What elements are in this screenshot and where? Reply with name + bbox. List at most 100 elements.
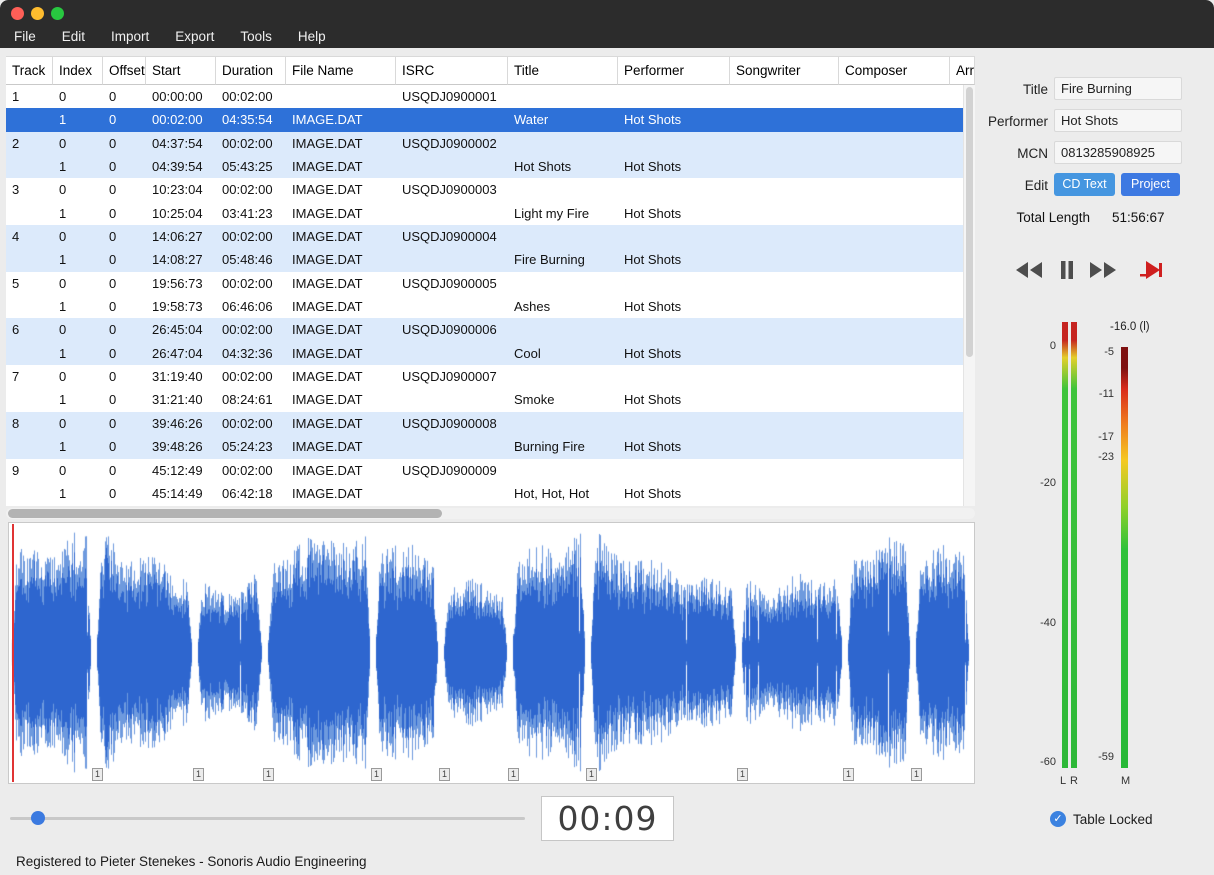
cell-track: 5 [6,272,53,295]
table-locked-checkbox[interactable]: ✓ Table Locked [1050,808,1153,830]
track-marker[interactable]: 1 [508,768,519,781]
table-row[interactable]: 1039:48:2605:24:23IMAGE.DATBurning FireH… [6,435,975,458]
column-header-songwriter[interactable]: Songwriter [730,56,839,85]
cell-composer [839,482,950,505]
cell-start: 00:00:00 [146,85,216,108]
track-marker[interactable]: 1 [737,768,748,781]
cell-index: 0 [53,412,103,435]
table-row[interactable]: 90045:12:4900:02:00IMAGE.DATUSQDJ0900009 [6,459,975,482]
cell-performer: Hot Shots [618,295,730,318]
meter-scale-m17: -17 [1082,431,1114,443]
column-header-start[interactable]: Start [146,56,216,85]
track-marker[interactable]: 1 [843,768,854,781]
cell-duration: 05:43:25 [216,155,286,178]
play-to-end-button[interactable] [1134,254,1168,286]
menu-edit[interactable]: Edit [62,29,85,44]
table-row[interactable]: 40014:06:2700:02:00IMAGE.DATUSQDJ0900004 [6,225,975,248]
cell-offset: 0 [103,85,146,108]
cell-title [508,132,618,155]
menu-tools[interactable]: Tools [240,29,272,44]
cell-title: Cool [508,342,618,365]
column-header-title[interactable]: Title [508,56,618,85]
table-row[interactable]: 1019:58:7306:46:06IMAGE.DATAshesHot Shot… [6,295,975,318]
cell-composer [839,459,950,482]
table-row[interactable]: 1014:08:2705:48:46IMAGE.DATFire BurningH… [6,248,975,271]
cell-songwriter [730,248,839,271]
playhead-cursor[interactable] [12,524,14,782]
minimize-button[interactable] [31,7,44,20]
cell-title: Burning Fire [508,435,618,458]
column-header-arranger[interactable]: Arr [950,56,975,85]
track-marker[interactable]: 1 [911,768,922,781]
table-row[interactable]: 1026:47:0404:32:36IMAGE.DATCoolHot Shots [6,342,975,365]
fast-forward-button[interactable] [1086,254,1120,286]
column-header-duration[interactable]: Duration [216,56,286,85]
position-slider[interactable] [10,817,525,820]
performer-input[interactable]: Hot Shots [1054,109,1182,132]
cell-isrc: USQDJ0900002 [396,132,508,155]
table-row[interactable]: 1010:25:0403:41:23IMAGE.DATLight my Fire… [6,202,975,225]
menu-file[interactable]: File [14,29,36,44]
table-row[interactable]: 80039:46:2600:02:00IMAGE.DATUSQDJ0900008 [6,412,975,435]
meter-scale-m59: -59 [1082,751,1114,763]
cd-text-button[interactable]: CD Text [1054,173,1115,196]
cell-offset: 0 [103,202,146,225]
track-marker[interactable]: 1 [371,768,382,781]
track-marker[interactable]: 1 [263,768,274,781]
table-row[interactable]: 60026:45:0400:02:00IMAGE.DATUSQDJ0900006 [6,318,975,341]
position-slider-thumb[interactable] [31,811,45,825]
cell-isrc [396,342,508,365]
cell-performer: Hot Shots [618,202,730,225]
cell-composer [839,412,950,435]
cell-track [6,202,53,225]
cell-offset: 0 [103,155,146,178]
horizontal-scrollbar[interactable] [6,508,975,519]
table-row[interactable]: 1004:39:5405:43:25IMAGE.DATHot ShotsHot … [6,155,975,178]
check-icon: ✓ [1050,811,1066,827]
track-marker[interactable]: 1 [439,768,450,781]
cell-track: 8 [6,412,53,435]
menu-export[interactable]: Export [175,29,214,44]
mcn-input[interactable]: 0813285908925 [1054,141,1182,164]
table-row[interactable]: 20004:37:5400:02:00IMAGE.DATUSQDJ0900002 [6,132,975,155]
cell-track [6,482,53,505]
table-row[interactable]: 10000:00:0000:02:00USQDJ0900001 [6,85,975,108]
column-header-performer[interactable]: Performer [618,56,730,85]
rewind-button[interactable] [1012,254,1046,286]
column-header-track[interactable]: Track [6,56,53,85]
menu-import[interactable]: Import [111,29,149,44]
table-row[interactable]: 1031:21:4008:24:61IMAGE.DATSmokeHot Shot… [6,388,975,411]
cell-songwriter [730,295,839,318]
horizontal-scrollbar-thumb[interactable] [8,509,442,518]
column-header-file-name[interactable]: File Name [286,56,396,85]
zoom-button[interactable] [51,7,64,20]
table-row[interactable]: 1045:14:4906:42:18IMAGE.DATHot, Hot, Hot… [6,482,975,505]
table-row[interactable]: 1000:02:0004:35:54IMAGE.DATWaterHot Shot… [6,108,975,131]
project-button[interactable]: Project [1121,173,1180,196]
cell-isrc: USQDJ0900008 [396,412,508,435]
waveform-canvas[interactable] [9,523,973,782]
close-button[interactable] [11,7,24,20]
column-header-index[interactable]: Index [53,56,103,85]
table-row[interactable]: 50019:56:7300:02:00IMAGE.DATUSQDJ0900005 [6,272,975,295]
cell-track: 1 [6,85,53,108]
pause-button[interactable] [1050,254,1084,286]
track-marker[interactable]: 1 [92,768,103,781]
cell-isrc [396,202,508,225]
menu-help[interactable]: Help [298,29,326,44]
column-header-composer[interactable]: Composer [839,56,950,85]
time-display: 00:09 [541,796,674,841]
column-header-offset[interactable]: Offset [103,56,146,85]
track-marker[interactable]: 1 [193,768,204,781]
vertical-scrollbar[interactable] [963,85,975,506]
track-marker[interactable]: 1 [586,768,597,781]
vertical-scrollbar-thumb[interactable] [966,87,973,357]
title-input[interactable]: Fire Burning [1054,77,1182,100]
cell-offset: 0 [103,365,146,388]
column-header-isrc[interactable]: ISRC [396,56,508,85]
cell-offset: 0 [103,178,146,201]
table-row[interactable]: 30010:23:0400:02:00IMAGE.DATUSQDJ0900003 [6,178,975,201]
waveform-panel[interactable]: 1 1 1 1 1 1 1 1 1 1 [8,522,975,784]
cell-duration: 05:48:46 [216,248,286,271]
table-row[interactable]: 70031:19:4000:02:00IMAGE.DATUSQDJ0900007 [6,365,975,388]
